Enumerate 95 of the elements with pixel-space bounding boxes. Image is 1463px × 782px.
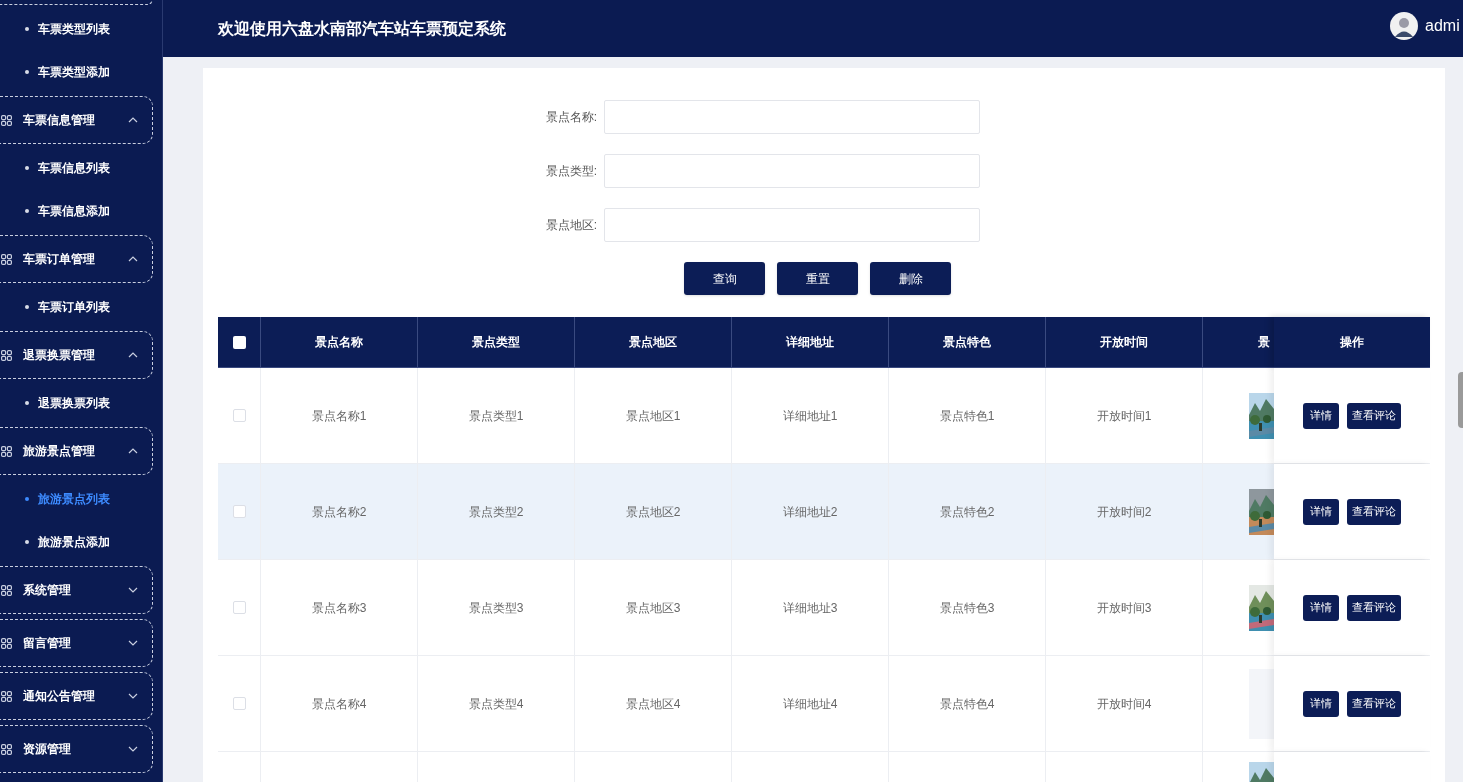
action-button[interactable]: 详情 (1303, 402, 1339, 429)
action-button[interactable]: 重置 (777, 262, 858, 295)
bullet-icon (25, 70, 29, 74)
table-cell-text: 开放时间2 (1096, 503, 1152, 521)
column-header: 详细地址 (786, 334, 834, 351)
table-cell-text: 详细地址4 (782, 695, 838, 713)
table-row[interactable]: 景点名称3 景点类型3 景点地区3 详细地址3 景点特色3 开放时间3 详情 查看评论 (218, 560, 1430, 656)
column-header: 景点名称 (315, 334, 363, 351)
system-title: 欢迎使用六盘水南部汽车站车票预定系统 (218, 18, 506, 39)
username[interactable]: admi (1425, 14, 1460, 38)
menu-group[interactable]: 留言管理 (0, 619, 153, 667)
grid-icon (1, 253, 12, 265)
table-cell-text: 景点特色4 (939, 695, 995, 713)
table-cell-text: 景点类型2 (468, 503, 524, 521)
menu-item[interactable]: 旅游景点添加 (38, 533, 110, 551)
table-cell-text: 开放时间3 (1096, 599, 1152, 617)
action-button[interactable]: 删除 (870, 262, 951, 295)
action-button[interactable]: 查看评论 (1347, 402, 1401, 429)
table-cell-text: 详细地址3 (782, 599, 838, 617)
menu-item[interactable]: 旅游景点列表 (38, 490, 110, 508)
avatar-icon[interactable] (1390, 12, 1418, 40)
menu-group[interactable]: 通知公告管理 (0, 672, 153, 720)
menu-item[interactable]: 车票订单列表 (38, 298, 110, 316)
table-cell-text: 景点特色1 (939, 407, 995, 425)
action-button[interactable]: 查看评论 (1347, 594, 1401, 621)
column-header: 景点特色 (943, 334, 991, 351)
action-button[interactable]: 查询 (684, 262, 765, 295)
grid-icon (1, 690, 12, 702)
column-header: 操作 (1340, 334, 1364, 351)
table-cell-text: 景点地区3 (625, 599, 681, 617)
field-label: 景点地区: (544, 217, 597, 234)
action-button[interactable]: 详情 (1303, 594, 1339, 621)
menu-group[interactable]: 旅游景点管理 (0, 427, 153, 475)
menu-item[interactable]: 车票类型列表 (38, 20, 110, 38)
table-cell-text: 详细地址1 (782, 407, 838, 425)
column-header: 景 (1258, 334, 1270, 351)
field-label: 景点类型: (544, 163, 597, 180)
action-button[interactable]: 详情 (1303, 498, 1339, 525)
menu-group[interactable]: 车票信息管理 (0, 96, 153, 144)
grid-icon (1, 349, 12, 361)
table-cell-text: 开放时间4 (1096, 695, 1152, 713)
bullet-icon (25, 497, 29, 501)
table-cell-text: 开放时间1 (1096, 407, 1152, 425)
grid-icon (1, 584, 12, 596)
input-field[interactable] (604, 100, 980, 134)
bullet-icon (25, 401, 29, 405)
table-cell-text: 景点类型3 (468, 599, 524, 617)
input-field[interactable] (604, 154, 980, 188)
menu-item[interactable]: 车票类型添加 (38, 63, 110, 81)
menu-group[interactable]: 退票换票管理 (0, 331, 153, 379)
column-header: 景点地区 (629, 334, 677, 351)
action-button[interactable]: 查看评论 (1347, 498, 1401, 525)
menu-group[interactable]: 资源管理 (0, 725, 153, 773)
input-field[interactable] (604, 208, 980, 242)
bullet-icon (25, 305, 29, 309)
table-cell-text: 景点名称3 (311, 599, 367, 617)
menu-group[interactable]: 车票订单管理 (0, 235, 153, 283)
bullet-icon (25, 166, 29, 170)
checkbox[interactable] (232, 409, 246, 422)
table-cell-text: 景点名称4 (311, 695, 367, 713)
table-cell-text: 景点名称1 (311, 407, 367, 425)
grid-icon (1, 637, 12, 649)
table-cell-text: 景点特色2 (939, 503, 995, 521)
table-row[interactable]: 景点名称2 景点类型2 景点地区2 详细地址2 景点特色2 开放时间2 详情 查看评论 (218, 464, 1430, 560)
field-label: 景点名称: (544, 109, 597, 126)
checkbox[interactable] (232, 697, 246, 710)
table-cell-text: 详细地址2 (782, 503, 838, 521)
menu-item[interactable]: 车票信息添加 (38, 202, 110, 220)
bullet-icon (25, 540, 29, 544)
grid-icon (1, 445, 12, 457)
column-header: 开放时间 (1100, 334, 1148, 351)
bullet-icon (25, 209, 29, 213)
table-cell-text: 景点名称2 (311, 503, 367, 521)
table-cell-text: 景点地区2 (625, 503, 681, 521)
table-cell-text: 景点特色3 (939, 599, 995, 617)
bullet-icon (25, 27, 29, 31)
checkbox[interactable] (232, 335, 246, 349)
table-cell-text: 景点地区1 (625, 407, 681, 425)
table-row[interactable]: 景点名称4 景点类型4 景点地区4 详细地址4 景点特色4 开放时间4 详情 查看评论 (218, 656, 1430, 752)
table-cell-text: 景点地区4 (625, 695, 681, 713)
scrollbar-thumb[interactable] (1458, 372, 1463, 428)
table-cell-text: 景点类型1 (468, 407, 524, 425)
table-cell-text: 景点类型4 (468, 695, 524, 713)
grid-icon (1, 743, 12, 755)
menu-item[interactable]: 车票信息列表 (38, 159, 110, 177)
menu-group[interactable]: 系统管理 (0, 566, 153, 614)
image-placeholder (1249, 668, 1274, 739)
grid-icon (1, 114, 12, 126)
checkbox[interactable] (232, 601, 246, 614)
checkbox[interactable] (232, 505, 246, 518)
menu-item[interactable]: 退票换票列表 (38, 394, 110, 412)
column-header: 景点类型 (472, 334, 520, 351)
action-button[interactable]: 查看评论 (1347, 690, 1401, 717)
action-button[interactable]: 详情 (1303, 690, 1339, 717)
table-row[interactable]: 景点名称1 景点类型1 景点地区1 详细地址1 景点特色1 开放时间1 详情 查看评论 (218, 368, 1430, 464)
